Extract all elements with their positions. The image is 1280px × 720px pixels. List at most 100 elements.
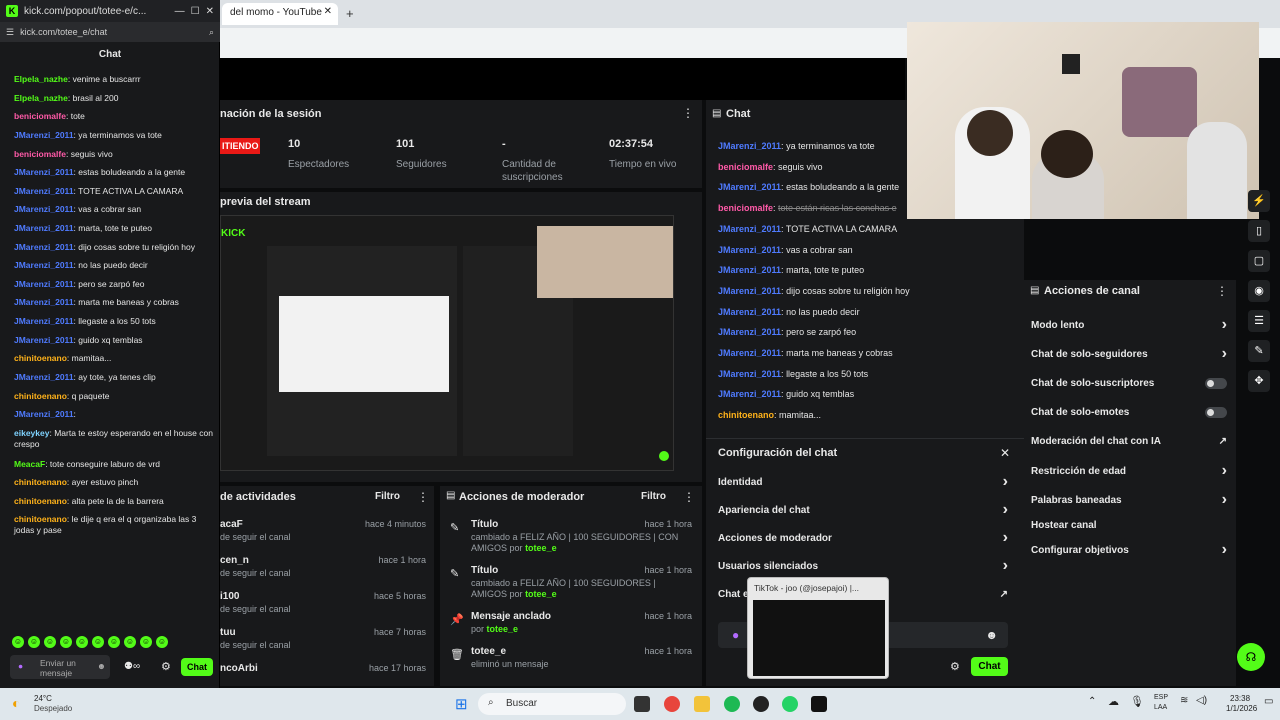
channel-action-item[interactable]: Chat de solo-suscriptores bbox=[1031, 378, 1227, 389]
taskbar-search[interactable]: ⌕ Buscar bbox=[478, 693, 626, 715]
chat-username[interactable]: JMarenzi_2011 bbox=[718, 182, 781, 192]
channel-action-item[interactable]: Hostear canal bbox=[1031, 520, 1227, 531]
chat-username[interactable]: JMarenzi_2011 bbox=[14, 409, 74, 419]
toggle-switch[interactable] bbox=[1205, 378, 1227, 389]
mod-user-link[interactable]: totee_e bbox=[487, 624, 519, 634]
chat-username[interactable]: beniciomalfe bbox=[718, 203, 773, 213]
tiktok-icon[interactable] bbox=[811, 696, 827, 712]
language-layout[interactable]: LAA bbox=[1154, 704, 1167, 711]
spotify-icon[interactable] bbox=[724, 696, 740, 712]
chat-username[interactable]: JMarenzi_2011 bbox=[14, 242, 74, 252]
chat-username[interactable]: beniciomalfe bbox=[718, 162, 773, 172]
more-icon[interactable]: ⋮ bbox=[682, 106, 694, 120]
chat-username[interactable]: JMarenzi_2011 bbox=[718, 265, 781, 275]
chat-username[interactable]: JMarenzi_2011 bbox=[14, 260, 74, 270]
chat-message-input[interactable]: ● Enviar un mensaje ☻ bbox=[10, 655, 110, 679]
close-icon[interactable]: ✕ bbox=[324, 6, 332, 17]
chat-username[interactable]: MeacaF bbox=[14, 459, 45, 469]
emote-icon[interactable]: ☺ bbox=[92, 636, 104, 648]
layout-icon[interactable]: ☰ bbox=[1248, 310, 1270, 332]
clock-time[interactable]: 23:38 bbox=[1230, 694, 1250, 703]
chat-username[interactable]: chinitoenano bbox=[14, 391, 67, 401]
chat-username[interactable]: JMarenzi_2011 bbox=[14, 167, 74, 177]
emote-icon[interactable]: ☺ bbox=[156, 636, 168, 648]
chat-config-item[interactable]: Identidad › bbox=[718, 473, 1008, 490]
chrome-icon[interactable] bbox=[664, 696, 680, 712]
emote-icon[interactable]: ☺ bbox=[108, 636, 120, 648]
mod-user-link[interactable]: totee_e bbox=[525, 589, 557, 599]
chat-username[interactable]: beniciomalfe bbox=[14, 111, 66, 121]
emote-icon[interactable]: ☺ bbox=[76, 636, 88, 648]
emote-icon[interactable]: ☺ bbox=[60, 636, 72, 648]
weather-icon[interactable]: ◐ bbox=[12, 695, 20, 711]
chat-config-item[interactable]: Usuarios silenciados › bbox=[718, 557, 1008, 574]
send-chat-button[interactable]: Chat bbox=[181, 658, 213, 676]
chat-username[interactable]: JMarenzi_2011 bbox=[718, 348, 781, 358]
stream-preview-video[interactable]: KICK bbox=[220, 215, 674, 471]
cloud-icon[interactable]: ☁ bbox=[1108, 695, 1119, 708]
emote-icon[interactable]: ☺ bbox=[124, 636, 136, 648]
chat-username[interactable]: JMarenzi_2011 bbox=[14, 186, 74, 196]
chat-username[interactable]: chinitoenano bbox=[14, 496, 67, 506]
chat-username[interactable]: JMarenzi_2011 bbox=[718, 389, 781, 399]
more-icon[interactable]: ⋮ bbox=[1216, 284, 1228, 298]
bolt-icon[interactable]: ⚡ bbox=[1248, 190, 1270, 212]
emote-icon[interactable]: ☺ bbox=[28, 636, 40, 648]
minimize-icon[interactable]: — bbox=[175, 6, 185, 17]
emote-icon[interactable]: ☺ bbox=[140, 636, 152, 648]
chat-username[interactable]: JMarenzi_2011 bbox=[718, 245, 781, 255]
chat-username[interactable]: JMarenzi_2011 bbox=[14, 372, 74, 382]
chat-username[interactable]: JMarenzi_2011 bbox=[718, 307, 781, 317]
chat-username[interactable]: Elpela_nazhe bbox=[14, 74, 68, 84]
gear-icon[interactable]: ⚙ bbox=[950, 660, 960, 673]
volume-icon[interactable]: ◁) bbox=[1196, 695, 1207, 706]
chat-username[interactable]: eikeykey bbox=[14, 428, 49, 438]
channel-action-item[interactable]: Palabras baneadas › bbox=[1031, 491, 1227, 508]
whatsapp-icon[interactable] bbox=[782, 696, 798, 712]
emote-icon[interactable]: ☺ bbox=[12, 636, 24, 648]
chat-username[interactable]: chinitoenano bbox=[14, 477, 67, 487]
chat-username[interactable]: JMarenzi_2011 bbox=[14, 223, 74, 233]
more-icon[interactable]: ⋮ bbox=[683, 490, 695, 504]
language-code[interactable]: ESP bbox=[1154, 694, 1168, 701]
chat-bubble-icon[interactable]: ▢ bbox=[1248, 250, 1270, 272]
maximize-icon[interactable]: ☐ bbox=[191, 6, 200, 17]
channel-action-item[interactable]: Moderación del chat con IA ↗ bbox=[1031, 436, 1227, 447]
channel-action-item[interactable]: Configurar objetivos › bbox=[1031, 541, 1227, 558]
wifi-icon[interactable]: ≋ bbox=[1180, 695, 1188, 706]
chat-username[interactable]: JMarenzi_2011 bbox=[14, 335, 74, 345]
chat-username[interactable]: JMarenzi_2011 bbox=[718, 141, 781, 151]
channel-action-item[interactable]: Modo lento › bbox=[1031, 316, 1227, 333]
popout-url-bar[interactable]: ☰ kick.com/totee_e/chat ⌕ bbox=[0, 22, 220, 42]
chat-username[interactable]: chinitoenano bbox=[718, 410, 774, 420]
windows-start-icon[interactable]: ⊞ bbox=[455, 695, 468, 713]
users-icon[interactable]: ⚉∞ bbox=[124, 661, 140, 672]
mic-icon[interactable]: ● bbox=[18, 661, 23, 671]
file-explorer-icon[interactable] bbox=[694, 696, 710, 712]
mod-filter-button[interactable]: Filtro bbox=[641, 491, 666, 502]
gear-icon[interactable]: ⚙ bbox=[161, 660, 171, 673]
emoji-icon[interactable]: ☻ bbox=[985, 628, 998, 642]
chat-username[interactable]: JMarenzi_2011 bbox=[14, 316, 74, 326]
chat-username[interactable]: JMarenzi_2011 bbox=[718, 369, 781, 379]
chat-username[interactable]: JMarenzi_2011 bbox=[718, 286, 781, 296]
toggle-switch[interactable] bbox=[1205, 407, 1227, 418]
chat-username[interactable]: JMarenzi_2011 bbox=[14, 279, 74, 289]
chat-username[interactable]: JMarenzi_2011 bbox=[14, 297, 74, 307]
chat-username[interactable]: Elpela_nazhe bbox=[14, 93, 68, 103]
chat-username[interactable]: JMarenzi_2011 bbox=[718, 327, 781, 337]
channel-action-item[interactable]: Restricción de edad › bbox=[1031, 462, 1227, 479]
chat-config-item[interactable]: Acciones de moderador › bbox=[718, 529, 1008, 546]
wrench-icon[interactable]: ✎ bbox=[1248, 340, 1270, 362]
channel-action-item[interactable]: Chat de solo-seguidores › bbox=[1031, 345, 1227, 362]
more-icon[interactable]: ⋮ bbox=[417, 490, 429, 504]
chat-username[interactable]: JMarenzi_2011 bbox=[14, 130, 74, 140]
chat-config-item[interactable]: Apariencia del chat › bbox=[718, 501, 1008, 518]
zoom-icon[interactable]: ⌕ bbox=[209, 27, 214, 38]
new-tab-button[interactable]: + bbox=[346, 6, 354, 21]
chat-username[interactable]: chinitoenano bbox=[14, 353, 67, 363]
chat-username[interactable]: JMarenzi_2011 bbox=[14, 204, 74, 214]
notification-icon[interactable]: ▭ bbox=[1264, 696, 1273, 707]
headset-icon[interactable]: ☊ bbox=[1237, 643, 1265, 671]
mic-tray-icon[interactable]: 🎙 bbox=[1130, 695, 1144, 708]
